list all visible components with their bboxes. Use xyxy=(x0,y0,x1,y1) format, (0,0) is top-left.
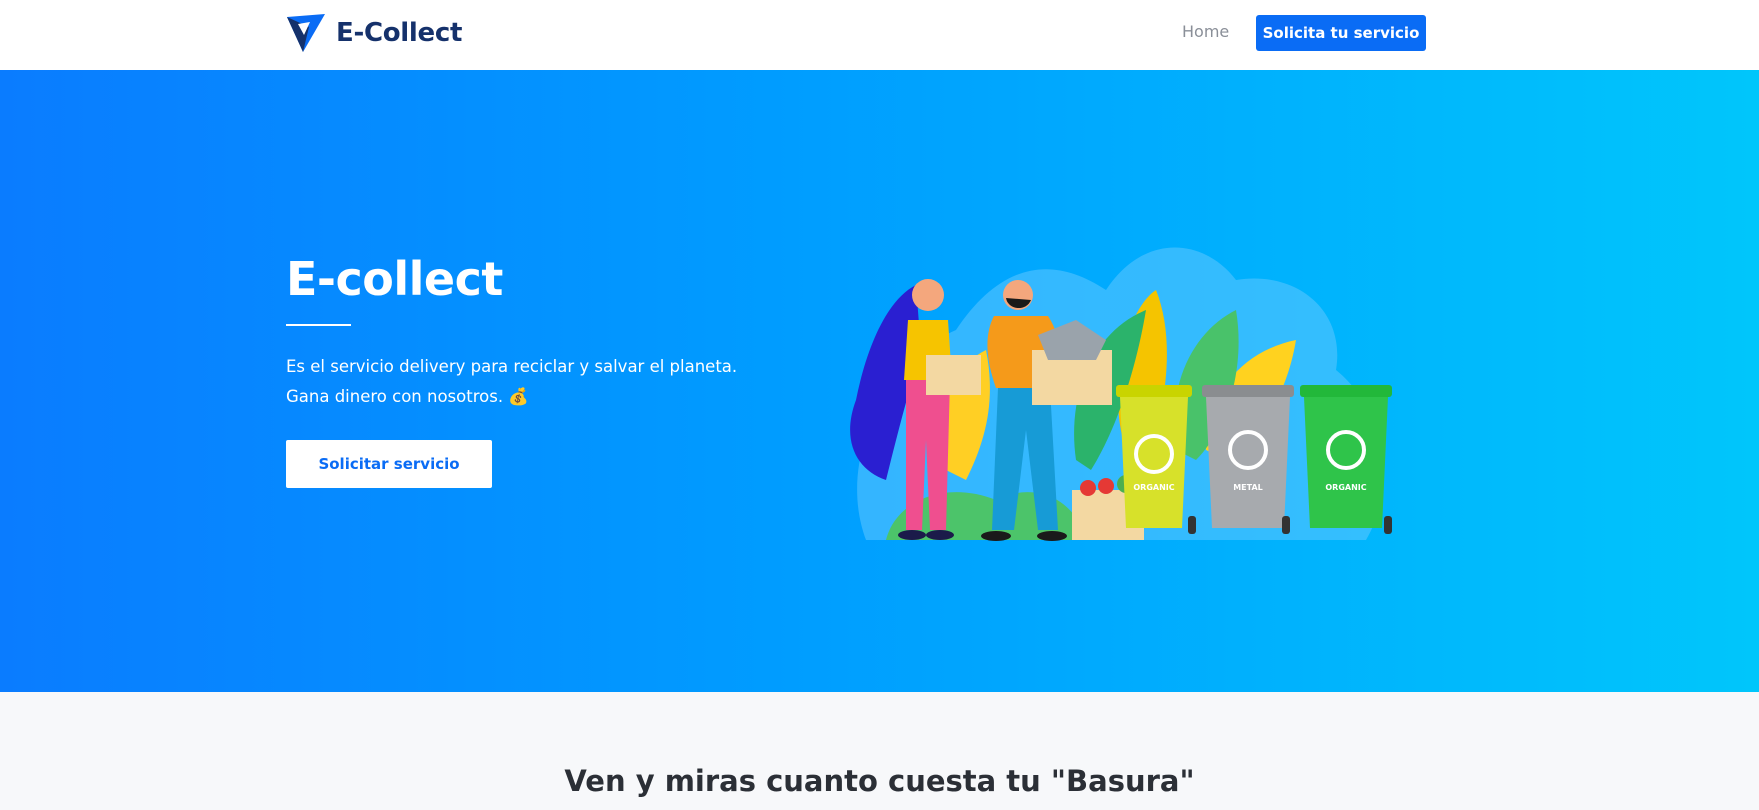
woman-box xyxy=(926,355,981,395)
recycling-illustration: ORGANIC METAL ORGANIC xyxy=(850,247,1392,541)
bin-label-metal: METAL xyxy=(1233,483,1263,492)
tomato xyxy=(1098,478,1114,494)
hero-description-line-1: Es el servicio delivery para reciclar y … xyxy=(286,357,738,376)
hero-description: Es el servicio delivery para reciclar y … xyxy=(286,352,746,412)
bin-metal xyxy=(1202,385,1294,528)
navbar: E-Collect Home Solicita tu servicio xyxy=(0,0,1759,70)
hero-divider xyxy=(286,324,351,326)
price-section-title: Ven y miras cuanto cuesta tu "Basura" xyxy=(564,764,1195,798)
bin-label-yellow: ORGANIC xyxy=(1133,483,1174,492)
woman-shoe-left xyxy=(898,530,926,540)
request-service-hero-button[interactable]: Solicitar servicio xyxy=(286,440,492,488)
bin-wheel xyxy=(1384,516,1392,534)
bin-yellow xyxy=(1116,385,1192,528)
brand[interactable]: E-Collect xyxy=(286,13,462,53)
request-service-nav-button[interactable]: Solicita tu servicio xyxy=(1256,15,1426,51)
tomato xyxy=(1080,480,1096,496)
woman-shoe-right xyxy=(926,530,954,540)
hero-section: E-collect Es el servicio delivery para r… xyxy=(0,70,1759,692)
bin-wheel xyxy=(1282,516,1290,534)
nav-home-link[interactable]: Home xyxy=(1182,22,1229,41)
bin-label-green: ORGANIC xyxy=(1325,483,1366,492)
man-shoe-left xyxy=(981,531,1011,541)
man-shoe-right xyxy=(1037,531,1067,541)
bin-green xyxy=(1300,385,1392,528)
hero-title: E-collect xyxy=(286,252,503,306)
hero-description-line-2: Gana dinero con nosotros. 💰 xyxy=(286,387,529,406)
bin-wheel xyxy=(1188,516,1196,534)
logo-icon xyxy=(287,14,325,52)
brand-name: E-Collect xyxy=(336,18,463,48)
woman-head xyxy=(912,279,944,311)
price-section: Ven y miras cuanto cuesta tu "Basura" xyxy=(0,692,1759,810)
